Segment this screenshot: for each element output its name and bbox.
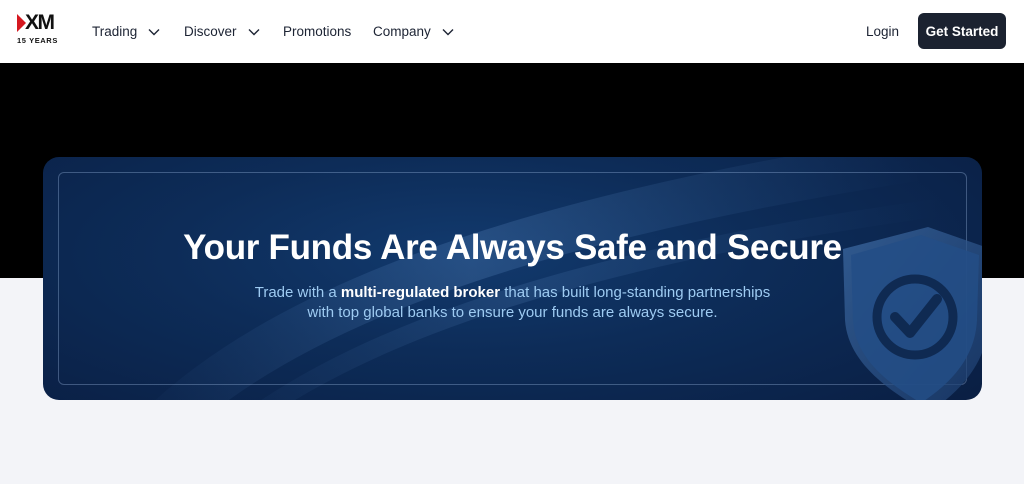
- nav-item-label: Company: [373, 24, 431, 39]
- nav-item-label: Discover: [184, 24, 237, 39]
- site-header: XM 15 YEARS Trading Discover Promotions: [0, 0, 1024, 63]
- login-link[interactable]: Login: [866, 0, 899, 63]
- get-started-button[interactable]: Get Started: [918, 13, 1006, 49]
- nav-item-discover[interactable]: Discover: [184, 24, 260, 39]
- nav-item-company[interactable]: Company: [373, 24, 454, 39]
- card-inner-border: [58, 172, 967, 385]
- nav-item-label: Trading: [92, 24, 138, 39]
- nav-item-trading[interactable]: Trading: [92, 24, 160, 39]
- chevron-down-icon: [248, 28, 260, 36]
- logo-text: XM: [25, 11, 55, 34]
- subtitle-text: Trade with a: [254, 284, 341, 301]
- security-banner-card: Your Funds Are Always Safe and Secure Tr…: [43, 157, 982, 400]
- hero-subtitle: Trade with a multi-regulated broker that…: [43, 283, 982, 323]
- chevron-down-icon: [442, 28, 454, 36]
- chevron-down-icon: [148, 28, 160, 36]
- logo-mark: XM: [17, 11, 63, 34]
- nav-item-promotions[interactable]: Promotions: [283, 24, 351, 39]
- xm-logo[interactable]: XM 15 YEARS: [17, 11, 63, 47]
- hero-title: Your Funds Are Always Safe and Secure: [183, 228, 842, 267]
- subtitle-highlight: multi-regulated broker: [340, 284, 501, 301]
- subtitle-text: that has built long-standing partnership…: [500, 284, 771, 301]
- nav-item-label: Promotions: [283, 24, 352, 39]
- logo-subtext: 15 YEARS: [17, 36, 58, 45]
- subtitle-text: with top global banks to ensure your fun…: [307, 304, 718, 321]
